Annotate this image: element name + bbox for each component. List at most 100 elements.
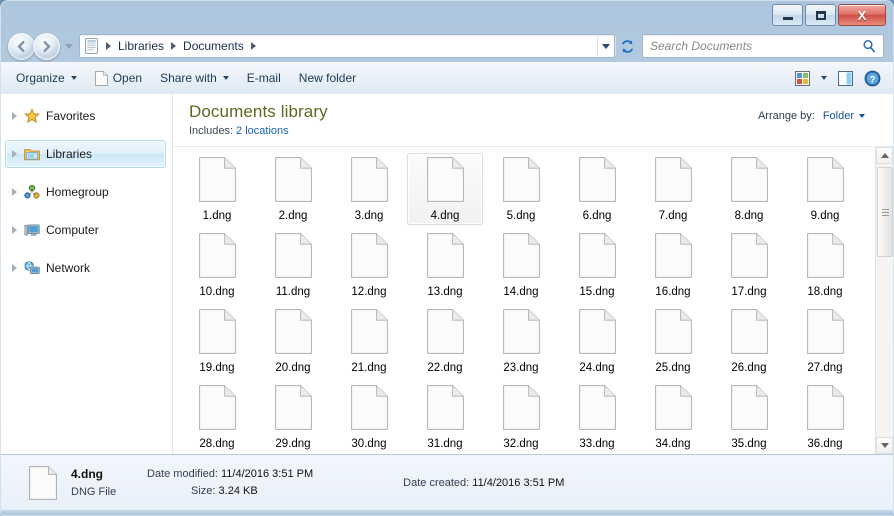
file-tile[interactable]: 2.dng — [255, 153, 331, 225]
toolbar-open-button[interactable]: Open — [86, 67, 151, 89]
expand-triangle-icon[interactable] — [12, 264, 17, 272]
file-tile[interactable]: 29.dng — [255, 381, 331, 453]
sidebar-item-homegroup[interactable]: Homegroup — [5, 178, 166, 206]
minimize-button[interactable] — [772, 4, 803, 26]
sidebar-item-network[interactable]: Network — [5, 254, 166, 282]
toolbar-new-folder-button[interactable]: New folder — [290, 67, 365, 89]
address-bar[interactable]: Libraries Documents — [79, 34, 615, 58]
file-tile[interactable]: 28.dng — [179, 381, 255, 453]
file-tile[interactable]: 18.dng — [787, 229, 863, 301]
expand-triangle-icon[interactable] — [12, 112, 17, 120]
file-name-label: 30.dng — [351, 438, 387, 450]
toolbar-organize-button[interactable]: Organize — [7, 67, 86, 89]
file-tile[interactable]: 33.dng — [559, 381, 635, 453]
recent-pages-dropdown[interactable] — [65, 43, 73, 49]
toolbar-email-button[interactable]: E-mail — [238, 67, 290, 89]
file-tile[interactable]: 15.dng — [559, 229, 635, 301]
file-name-label: 24.dng — [579, 362, 615, 374]
vertical-scrollbar[interactable] — [875, 147, 893, 454]
file-tile[interactable]: 36.dng — [787, 381, 863, 453]
file-tile[interactable]: 26.dng — [711, 305, 787, 377]
file-name-label: 18.dng — [807, 286, 843, 298]
file-tile[interactable]: 16.dng — [635, 229, 711, 301]
file-icon — [502, 157, 540, 207]
maximize-button[interactable] — [805, 4, 836, 26]
sidebar-item-libraries[interactable]: Libraries — [5, 140, 166, 168]
file-icon — [198, 157, 236, 207]
expand-triangle-icon[interactable] — [12, 188, 17, 196]
file-tile[interactable]: 22.dng — [407, 305, 483, 377]
help-button[interactable]: ? — [860, 66, 885, 90]
file-tile[interactable]: 21.dng — [331, 305, 407, 377]
toolbar-item-label: Organize — [16, 71, 65, 85]
file-list-view[interactable]: 1.dng 2.dng 3.dng 4.dng 5.dng 6.dng 7.dng 8.dng… — [173, 146, 893, 454]
includes-label: Includes: — [189, 125, 234, 137]
file-tile[interactable]: 3.dng — [331, 153, 407, 225]
change-view-button[interactable] — [790, 66, 815, 90]
star-icon — [23, 108, 40, 125]
breadcrumb-documents[interactable]: Documents — [180, 38, 247, 54]
locations-link[interactable]: 2 locations — [236, 125, 289, 137]
file-grid: 1.dng 2.dng 3.dng 4.dng 5.dng 6.dng 7.dng 8.dng… — [173, 147, 876, 454]
arrange-by-value[interactable]: Folder — [823, 110, 854, 122]
file-name-label: 11.dng — [275, 286, 311, 298]
file-tile[interactable]: 7.dng — [635, 153, 711, 225]
file-tile[interactable]: 14.dng — [483, 229, 559, 301]
file-tile[interactable]: 8.dng — [711, 153, 787, 225]
file-tile[interactable]: 1.dng — [179, 153, 255, 225]
file-tile[interactable]: 25.dng — [635, 305, 711, 377]
library-includes: Includes: 2 locations — [189, 125, 893, 137]
back-button[interactable] — [8, 32, 35, 60]
scrollbar-thumb[interactable] — [877, 167, 893, 257]
sidebar-item-favorites[interactable]: Favorites — [5, 102, 166, 130]
refresh-button[interactable] — [615, 36, 638, 56]
forward-button[interactable] — [33, 32, 60, 60]
scroll-up-button[interactable] — [876, 147, 893, 164]
file-tile[interactable]: 9.dng — [787, 153, 863, 225]
chevron-down-icon[interactable] — [859, 114, 865, 118]
search-box[interactable]: Search Documents — [642, 34, 884, 58]
toolbar-share-with-button[interactable]: Share with — [151, 67, 238, 89]
file-tile[interactable]: 13.dng — [407, 229, 483, 301]
file-tile[interactable]: 23.dng — [483, 305, 559, 377]
sidebar-item-computer[interactable]: Computer — [5, 216, 166, 244]
file-name-label: 34.dng — [655, 438, 691, 450]
network-icon — [23, 260, 40, 277]
details-date-modified-label: Date modified: — [147, 468, 218, 480]
file-tile[interactable]: 12.dng — [331, 229, 407, 301]
close-button[interactable]: X — [838, 4, 886, 26]
file-tile[interactable]: 30.dng — [331, 381, 407, 453]
view-dropdown-button[interactable] — [817, 66, 831, 90]
file-name-label: 22.dng — [427, 362, 463, 374]
file-name-label: 28.dng — [199, 438, 235, 450]
content-pane: Documents library Includes: 2 locations A… — [173, 94, 893, 454]
file-tile[interactable]: 20.dng — [255, 305, 331, 377]
breadcrumb-libraries[interactable]: Libraries — [115, 38, 167, 54]
file-tile[interactable]: 6.dng — [559, 153, 635, 225]
file-name-label: 15.dng — [579, 286, 615, 298]
file-tile[interactable]: 24.dng — [559, 305, 635, 377]
file-tile[interactable]: 4.dng — [407, 153, 483, 225]
file-tile[interactable]: 10.dng — [179, 229, 255, 301]
file-tile[interactable]: 27.dng — [787, 305, 863, 377]
file-tile[interactable]: 35.dng — [711, 381, 787, 453]
breadcrumb-separator-end[interactable] — [250, 42, 256, 50]
file-tile[interactable]: 32.dng — [483, 381, 559, 453]
file-icon — [502, 309, 540, 359]
file-tile[interactable]: 17.dng — [711, 229, 787, 301]
scroll-down-button[interactable] — [876, 437, 893, 454]
search-input[interactable]: Search Documents — [643, 39, 862, 53]
sidebar-item-label: Network — [46, 261, 91, 275]
file-tile[interactable]: 11.dng — [255, 229, 331, 301]
file-tile[interactable]: 5.dng — [483, 153, 559, 225]
file-tile[interactable]: 19.dng — [179, 305, 255, 377]
preview-pane-button[interactable] — [833, 66, 858, 90]
expand-triangle-icon[interactable] — [12, 226, 17, 234]
file-tile[interactable]: 31.dng — [407, 381, 483, 453]
file-icon — [502, 233, 540, 283]
expand-triangle-icon[interactable] — [12, 150, 17, 158]
address-history-dropdown[interactable] — [597, 36, 614, 56]
details-file-type: DNG File — [71, 486, 117, 498]
file-tile[interactable]: 34.dng — [635, 381, 711, 453]
file-name-label: 27.dng — [807, 362, 843, 374]
